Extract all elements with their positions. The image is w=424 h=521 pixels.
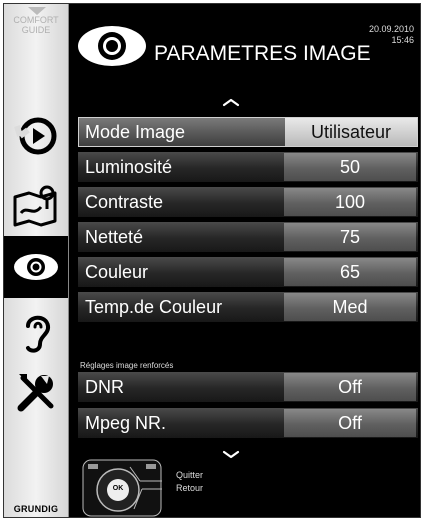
setting-value[interactable]: Off	[284, 373, 416, 401]
setting-label: Contraste	[85, 192, 164, 212]
map-pin-icon	[13, 185, 57, 227]
ok-button[interactable]: OK	[109, 485, 127, 492]
setting-value[interactable]: 75	[284, 223, 416, 251]
scroll-up-icon[interactable]	[222, 97, 240, 107]
setting-label: DNR	[85, 377, 124, 397]
setting-label: Luminosité	[85, 157, 173, 177]
setting-value[interactable]: Utilisateur	[285, 118, 417, 146]
sidebar-item-picture[interactable]	[4, 236, 68, 298]
scroll-down-icon[interactable]	[222, 450, 240, 460]
tv-menu-frame: COMFORT GUIDE GRUNDIG PARAMETRES IMAGE 2…	[3, 3, 421, 518]
time-text: 15:46	[391, 35, 414, 45]
setting-row-couleur[interactable]: Couleur 65	[78, 257, 418, 287]
tools-icon	[17, 374, 54, 412]
setting-row-mpeg-nr[interactable]: Mpeg NR. Off	[78, 408, 418, 438]
setting-label: Mode Image	[85, 122, 186, 142]
play-circle-icon	[14, 117, 57, 155]
setting-row-temp-couleur[interactable]: Temp.de Couleur Med	[78, 292, 418, 322]
sidebar-item-installation[interactable]	[4, 174, 68, 236]
date-text: 20.09.2010	[368, 24, 414, 34]
back-hint: Retour	[176, 483, 204, 493]
setting-row-luminosite[interactable]: Luminosité 50	[78, 152, 418, 182]
ear-icon	[26, 315, 51, 353]
setting-label: Couleur	[85, 262, 149, 282]
comfort-guide-arrow-icon[interactable]	[28, 7, 46, 15]
setting-row-contraste[interactable]: Contraste 100	[78, 187, 418, 217]
page-title: PARAMETRES IMAGE	[154, 42, 371, 65]
sidebar-item-source[interactable]	[4, 105, 68, 167]
setting-label: Netteté	[85, 227, 144, 247]
brand-logo: GRUNDIG	[13, 504, 59, 514]
setting-value[interactable]: Off	[284, 409, 416, 437]
setting-value[interactable]: 65	[284, 258, 416, 286]
eye-icon	[14, 254, 58, 280]
setting-value[interactable]: 100	[284, 188, 416, 216]
setting-value[interactable]: 50	[284, 153, 416, 181]
setting-label: Temp.de Couleur	[85, 297, 223, 317]
setting-value[interactable]: Med	[284, 293, 416, 321]
setting-row-dnr[interactable]: DNR Off	[78, 372, 418, 402]
setting-row-nettete[interactable]: Netteté 75	[78, 222, 418, 252]
sidebar: COMFORT GUIDE GRUNDIG	[4, 4, 69, 517]
comfort-guide-label[interactable]: COMFORT GUIDE	[4, 15, 68, 35]
setting-row-mode-image[interactable]: Mode Image Utilisateur	[78, 117, 418, 147]
picture-eye-icon	[78, 26, 146, 66]
quit-hint: Quitter	[176, 470, 204, 480]
section-heading-enhanced: Réglages image renforcés	[80, 361, 174, 370]
sidebar-item-sound[interactable]	[4, 301, 68, 363]
setting-label: Mpeg NR.	[85, 413, 167, 433]
datetime: 20.09.2010 15:46	[369, 24, 414, 46]
sidebar-item-settings[interactable]	[4, 362, 68, 424]
